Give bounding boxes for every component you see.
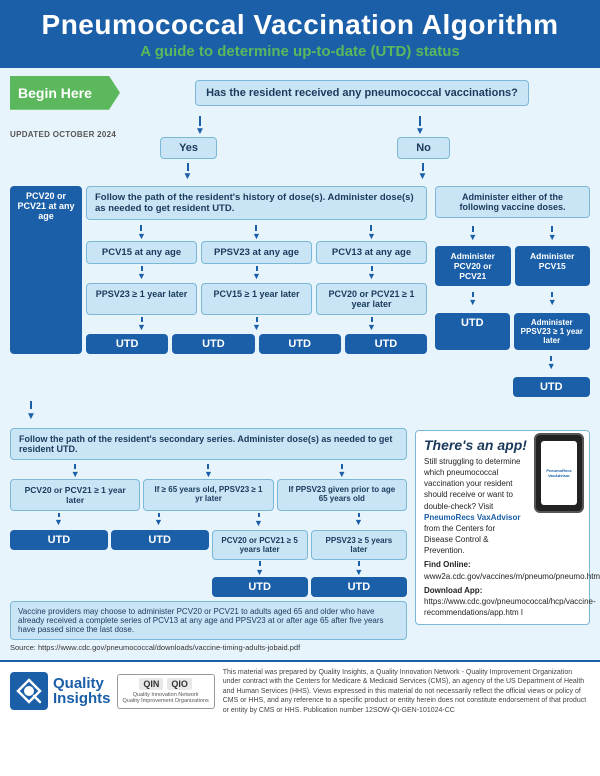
begin-here-label: Begin Here — [18, 85, 92, 101]
download-app-url: https://www.cdc.gov/pneumococcal/hcp/vac… — [424, 597, 596, 617]
cert-qin: QIN — [139, 678, 163, 690]
source-url: https://www.cdc.gov/pneumococcal/downloa… — [38, 643, 300, 652]
secondary-instruction: Follow the path of the resident's second… — [10, 428, 407, 460]
no-box: No — [397, 137, 450, 159]
qi-brand-text: Quality Insights — [53, 676, 111, 706]
utd-sec-2: UTD — [111, 530, 209, 550]
quality-insights-logo: Quality Insights — [10, 672, 111, 710]
utd-sec-4: UTD — [311, 577, 407, 597]
flow-right: Administer either of the following vacci… — [435, 186, 590, 397]
ppsv23-1yr-box: PPSV23 ≥ 1 year later — [86, 283, 197, 315]
download-app-label: Download App: — [424, 586, 482, 595]
administer-pcv15-box: Administer PCV15 — [515, 246, 591, 286]
cert-badges: QIN QIO — [139, 678, 192, 690]
phone-screen-text: PneumoRecsVaxAdvisor — [546, 468, 571, 478]
utd-sec-3: UTD — [212, 577, 308, 597]
cert-qio: QIO — [167, 678, 192, 690]
utd-right-1: UTD — [435, 313, 510, 350]
utd-2: UTD — [172, 334, 254, 354]
phone-mockup: PneumoRecsVaxAdvisor — [534, 433, 584, 513]
begin-here-row: Begin Here Has the resident received any… — [10, 76, 590, 110]
app-link-text: PneumoRecs VaxAdvisor — [424, 513, 520, 522]
utd-1: UTD — [86, 334, 168, 354]
utd-3: UTD — [259, 334, 341, 354]
footer-logo-area: Quality Insights QIN QIO Quality Innovat… — [10, 672, 215, 710]
main-content: UPDATED OCTOBER 2024 Begin Here Has the … — [0, 68, 600, 660]
utd-4: UTD — [345, 334, 427, 354]
administer-ppsv23-box: Administer PPSV23 ≥ 1 year later — [514, 313, 591, 350]
source-label: Source: — [10, 643, 36, 652]
secondary-left: Follow the path of the resident's second… — [10, 428, 407, 652]
find-online-label: Find Online: — [424, 560, 471, 569]
left-instruction: Follow the path of the resident's histor… — [86, 186, 427, 220]
utd-right-2: UTD — [513, 377, 591, 397]
pcv20-pcv21-5yr-box: PCV20 or PCV21 ≥ 5 years later — [212, 530, 308, 560]
header: Pneumococcal Vaccination Algorithm A gui… — [0, 0, 600, 68]
updated-date: UPDATED OCTOBER 2024 — [10, 130, 116, 139]
find-online-url: www2a.cdc.gov/vaccines/m/pneumo/pneumo.h… — [424, 572, 600, 581]
ppsv23-any-age-box: PPSV23 at any age — [201, 241, 312, 264]
qi-logo-icon — [10, 672, 48, 710]
note-box: Vaccine providers may choose to administ… — [10, 601, 407, 640]
begin-here-badge: Begin Here — [10, 76, 120, 110]
flow-left: PCV20 or PCV21 at any age Follow the pat… — [10, 186, 427, 397]
page-subtitle: A guide to determine up-to-date (UTD) st… — [16, 43, 584, 60]
app-body-text: Still struggling to determine which pneu… — [424, 457, 521, 511]
ge65-ppsv23-box: If ≥ 65 years old, PPSV23 ≥ 1 yr later — [143, 479, 273, 511]
source-text: Source: https://www.cdc.gov/pneumococcal… — [10, 643, 407, 652]
administer-pcv20-pcv21-box: Administer PCV20 or PCV21 — [435, 246, 511, 286]
right-instruction: Administer either of the following vacci… — [435, 186, 590, 218]
footer: Quality Insights QIN QIO Quality Innovat… — [0, 660, 600, 721]
pcv15-1yr-box: PCV15 ≥ 1 year later — [201, 283, 312, 315]
app-section: There's an app! PneumoRecsVaxAdvisor Sti… — [415, 430, 590, 626]
main-question: Has the resident received any pneumococc… — [195, 80, 529, 106]
app-link-text2: from the Centers for Disease Control & P… — [424, 524, 495, 555]
phone-screen: PneumoRecsVaxAdvisor — [541, 441, 578, 506]
brand-insights: Insights — [53, 690, 111, 707]
footer-disclaimer: This material was prepared by Quality In… — [223, 668, 590, 715]
utd-sec-1: UTD — [10, 530, 108, 550]
yes-box: Yes — [160, 137, 217, 159]
page-title: Pneumococcal Vaccination Algorithm — [16, 10, 584, 41]
pcv13-any-age-box: PCV13 at any age — [316, 241, 427, 264]
pcv20-pcv21-any-age-box: PCV20 or PCV21 at any age — [10, 186, 82, 354]
secondary-section: Follow the path of the resident's second… — [10, 428, 590, 652]
ppsv23-5yr-box: PPSV23 ≥ 5 years later — [311, 530, 407, 560]
pcv20-pcv21-1yr-box: PCV20 or PCV21 ≥ 1 year later — [316, 283, 427, 315]
footer-cert: QIN QIO Quality Innovation NetworkQualit… — [117, 674, 215, 709]
pcv20-pcv21-1yr-later-box: PCV20 or PCV21 ≥ 1 year later — [10, 479, 140, 511]
pcv15-any-age-box: PCV15 at any age — [86, 241, 197, 264]
flow-section: PCV20 or PCV21 at any age Follow the pat… — [10, 186, 590, 397]
cert-description: Quality Innovation NetworkQuality Improv… — [123, 692, 209, 705]
ppsv23-prior-65-box: If PPSV23 given prior to age 65 years ol… — [277, 479, 407, 511]
